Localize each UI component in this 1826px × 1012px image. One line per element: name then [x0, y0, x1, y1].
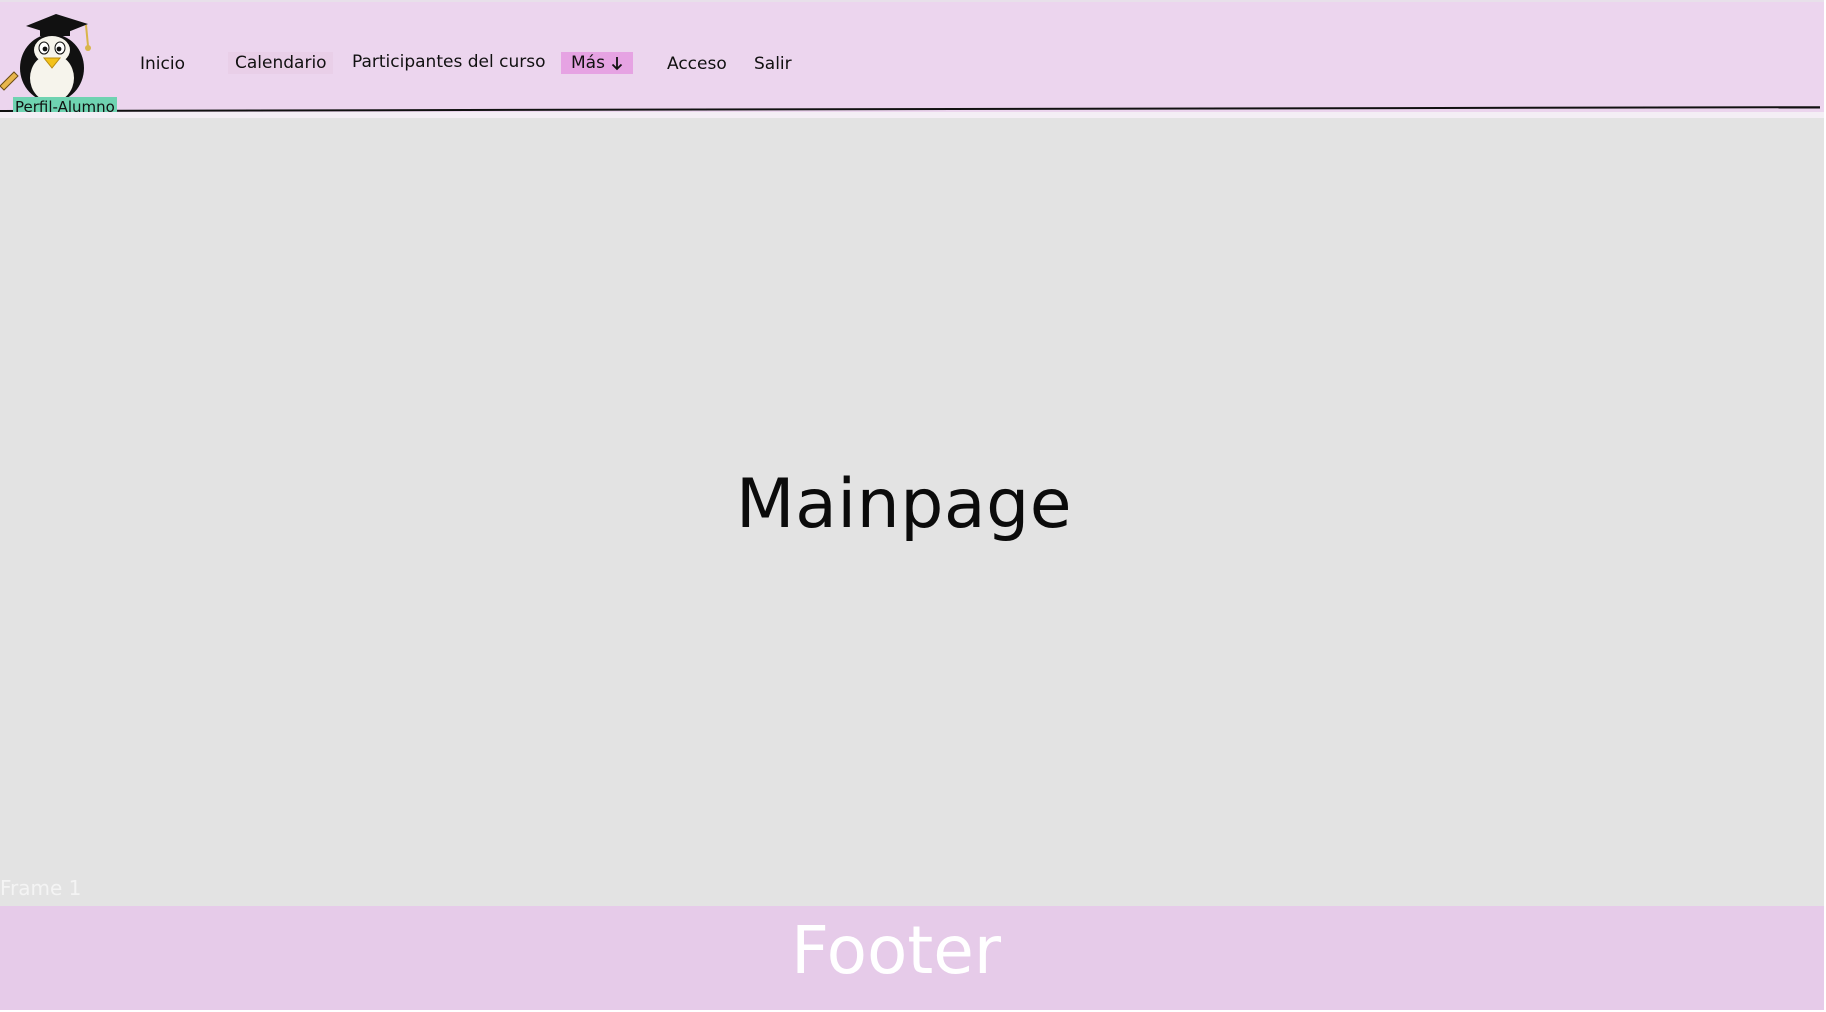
nav-mas-dropdown[interactable]: Más: [561, 52, 633, 74]
nav-inicio[interactable]: Inicio: [140, 53, 185, 75]
nav-calendario[interactable]: Calendario: [228, 52, 333, 74]
frame-label: Frame 1: [0, 876, 82, 900]
main-title: Mainpage: [735, 465, 1073, 544]
nav-mas-label: Más: [571, 53, 605, 73]
profile-logo[interactable]: Perfil-Alumno: [0, 8, 117, 117]
nav-salir[interactable]: Salir: [754, 53, 792, 75]
nav-participantes[interactable]: Participantes del curso: [352, 51, 545, 73]
graduate-penguin-icon: [0, 14, 91, 107]
header-shadow: [0, 112, 1824, 118]
nav-acceso[interactable]: Acceso: [667, 53, 727, 75]
footer: Footer: [0, 906, 1824, 1010]
arrow-down-icon: [611, 57, 623, 71]
header-bar: Perfil-Alumno Inicio Calendario Particip…: [0, 0, 1824, 117]
footer-title: Footer: [791, 912, 1001, 989]
main-frame: Perfil-Alumno Inicio Calendario Particip…: [0, 0, 1824, 1010]
